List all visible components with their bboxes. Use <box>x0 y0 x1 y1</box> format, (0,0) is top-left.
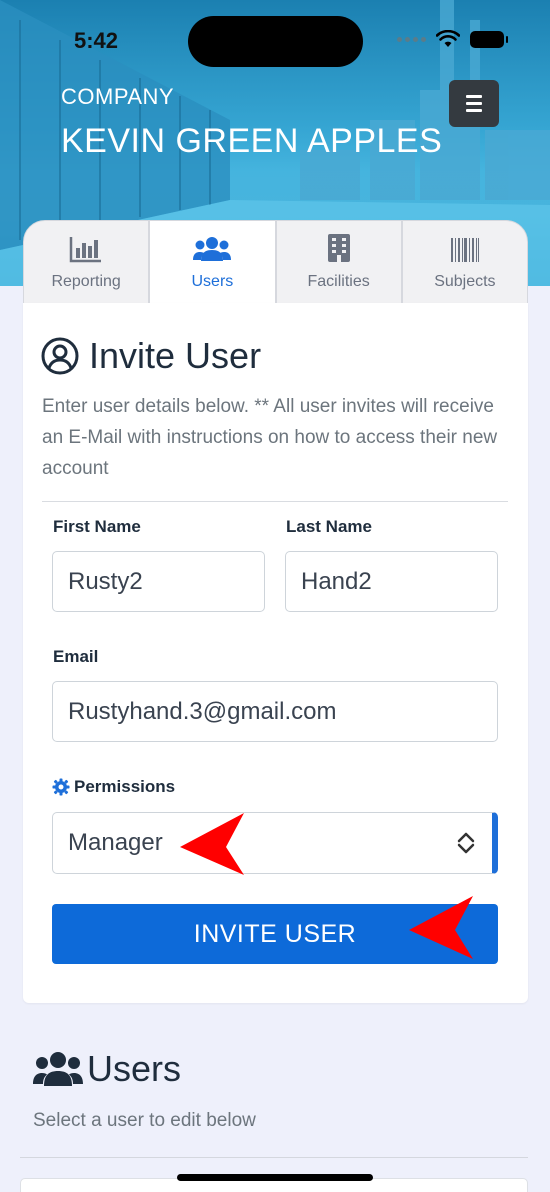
last-name-label: Last Name <box>286 517 372 536</box>
home-indicator <box>177 1174 373 1181</box>
user-circle-icon <box>41 337 79 375</box>
camera-notch <box>188 16 363 67</box>
users-title: Users <box>87 1048 182 1089</box>
company-label: COMPANY <box>61 84 175 109</box>
section-tabs: Reporting Users Facilities Subjects <box>23 220 528 304</box>
hamburger-icon <box>466 95 482 98</box>
permissions-label-row: Permissions <box>52 777 175 797</box>
select-updown-chevron-icon <box>457 832 475 854</box>
permissions-select[interactable]: Manager <box>52 812 498 874</box>
first-name-field[interactable]: Rusty2 <box>52 551 265 612</box>
company-name: KEVIN GREEN APPLES <box>61 122 443 160</box>
status-icons <box>397 30 508 48</box>
invite-user-card: Invite User Enter user details below. **… <box>23 303 528 1003</box>
email-label: Email <box>53 647 99 666</box>
invite-user-heading: Invite User <box>41 335 261 377</box>
users-subtitle: Select a user to edit below <box>33 1110 256 1131</box>
bar-chart-icon <box>69 237 102 263</box>
users-divider <box>20 1157 528 1158</box>
wifi-icon <box>436 30 460 47</box>
gear-icon <box>52 778 70 796</box>
first-name-label: First Name <box>53 517 141 536</box>
users-icon <box>193 237 232 261</box>
status-time: 5:42 <box>74 28 119 53</box>
tab-label-reporting: Reporting <box>51 273 121 290</box>
permissions-label: Permissions <box>74 777 176 796</box>
cellular-signal-icon <box>397 36 426 42</box>
invite-user-title: Invite User <box>89 335 262 376</box>
hamburger-menu-button[interactable] <box>449 80 499 127</box>
annotation-arrow-permissions <box>180 813 244 875</box>
tab-label-facilities: Facilities <box>307 273 370 290</box>
tab-label-users: Users <box>191 273 234 290</box>
email-value: Rustyhand.3@gmail.com <box>68 697 337 725</box>
permissions-value: Manager <box>68 829 163 856</box>
annotation-arrow-invite <box>409 896 473 959</box>
users-icon <box>33 1052 83 1086</box>
tab-label-subjects: Subjects <box>434 273 496 290</box>
battery-icon <box>470 30 508 48</box>
barcode-icon <box>450 238 479 262</box>
last-name-field[interactable]: Hand2 <box>285 551 498 612</box>
section-divider <box>42 501 508 502</box>
first-name-value: Rusty2 <box>68 567 143 595</box>
tab-subjects[interactable]: Subjects <box>401 220 528 304</box>
tab-reporting[interactable]: Reporting <box>23 220 150 304</box>
email-field[interactable]: Rustyhand.3@gmail.com <box>52 681 498 742</box>
tab-facilities[interactable]: Facilities <box>275 220 402 304</box>
users-heading: Users <box>33 1048 181 1090</box>
last-name-value: Hand2 <box>301 567 372 595</box>
tab-users[interactable]: Users <box>149 220 276 304</box>
invite-description: Enter user details below. ** All user in… <box>42 396 498 479</box>
building-icon <box>327 234 350 262</box>
